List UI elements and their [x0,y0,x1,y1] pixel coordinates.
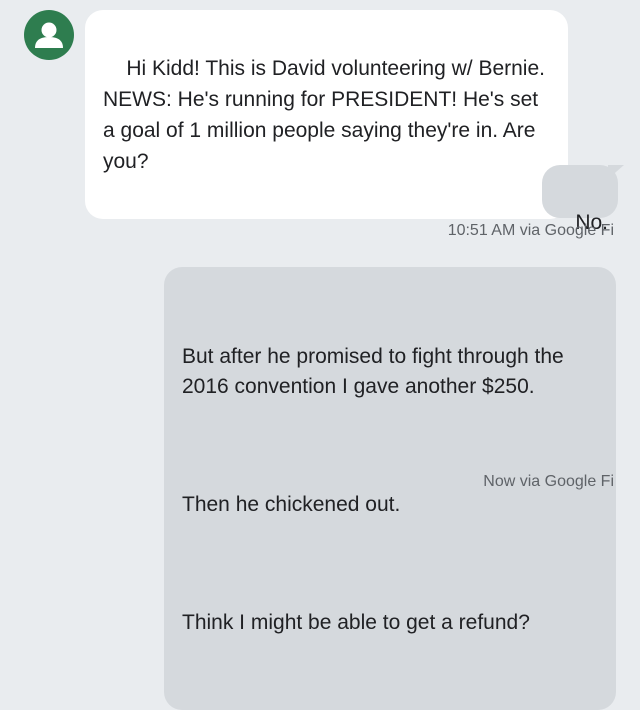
message-paragraph: But after he promised to fight through t… [182,345,570,398]
message-paragraph: Think I might be able to get a refund? [182,611,530,634]
message-timestamp: 10:51 AM via Google Fi [447,222,614,239]
message-timestamp: Now via Google Fi [483,473,614,490]
message-text: Hi Kidd! This is David volunteering w/ B… [103,57,551,173]
outgoing-message-bubble[interactable]: No. [542,165,618,234]
person-icon [35,22,63,48]
incoming-message-bubble[interactable]: Hi Kidd! This is David volunteering w/ B… [85,10,568,219]
contact-avatar[interactable] [24,10,74,60]
message-paragraph: Then he chickened out. [182,493,401,516]
